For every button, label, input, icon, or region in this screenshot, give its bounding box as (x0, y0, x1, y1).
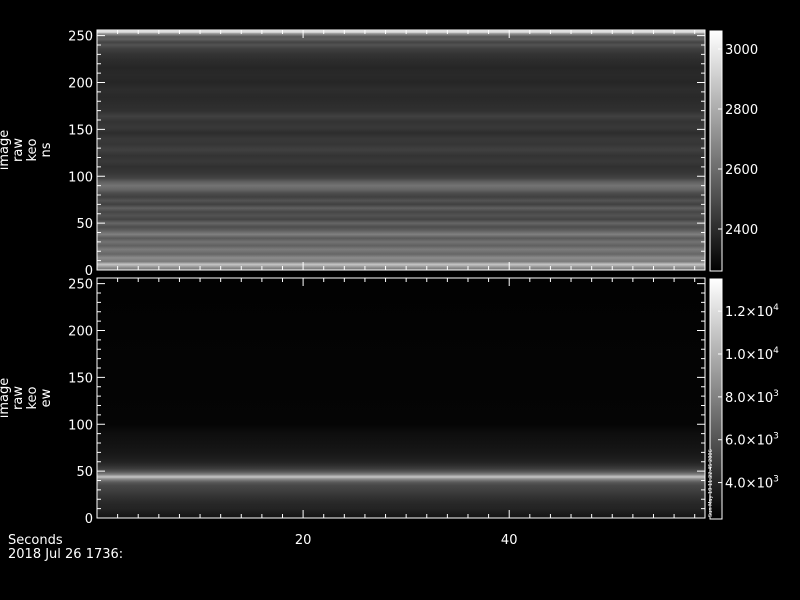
x-tick-label: 40 (501, 533, 518, 548)
ylabel-ns-line-3: keo (25, 138, 40, 161)
colorbar-ew-ticks: 4.0×103 6.0×103 8.0×103 1.0×104 1.2×104 (718, 303, 779, 492)
y-tick-label: 200 (68, 77, 93, 92)
y-tick-label: 100 (68, 418, 93, 433)
y-tick-label: 50 (76, 217, 93, 232)
colorbar-ns-ticks: 2400 2600 2800 3000 (718, 43, 758, 238)
colorbar-ew: 4.0×103 6.0×103 8.0×103 1.0×104 1.2×104 Sun … (708, 278, 779, 520)
ylabel-ns-line-4: ns (39, 142, 54, 157)
colorbar-tick-label: 2800 (725, 103, 758, 118)
ylabel-ew-line-3: keo (25, 386, 40, 409)
colorbar-tick-label: 3000 (725, 43, 758, 58)
footer-date: 2018 Jul 26 1736: (8, 547, 123, 562)
y-tick-label: 0 (85, 512, 93, 527)
colorbar-tick-label: 1.0×104 (725, 346, 779, 363)
creation-stamp: Sun May 19 11:22:45 2006 (708, 449, 714, 517)
panel-ns: 050100150200250 image raw keo ns (0, 29, 706, 279)
colorbar-tick-label: 8.0×103 (725, 389, 779, 406)
x-tick-label: 20 (295, 533, 312, 548)
ylabel-ns-line-2: raw (11, 138, 26, 162)
colorbar-tick-label: 4.0×103 (725, 475, 779, 492)
colorbar-ns-gradient (710, 31, 722, 271)
y-tick-label: 150 (68, 123, 93, 138)
y-tick-label: 50 (76, 465, 93, 480)
x-tick-labels: 20 40 (295, 533, 518, 548)
colorbar-tick-label: 2600 (725, 163, 758, 178)
heatmap-ns (97, 30, 705, 270)
y-tick-label: 100 (68, 170, 93, 185)
y-tick-label: 150 (68, 371, 93, 386)
colorbar-tick-label: 2400 (725, 223, 758, 238)
x-axis-label: Seconds (8, 533, 63, 548)
heatmap-ew (97, 278, 705, 518)
y-tick-label: 200 (68, 325, 93, 340)
keogram-figure: 050100150200250 image raw keo ns 2400260… (0, 29, 779, 562)
panel-ew: 050100150200250 image raw keo ew (0, 277, 706, 527)
ylabel-ew-line-2: raw (11, 386, 26, 410)
colorbar-tick-label: 6.0×103 (725, 432, 779, 449)
colorbar-ns: 2400 2600 2800 3000 (709, 30, 758, 272)
y-tick-label: 250 (68, 30, 93, 45)
y-tick-label: 250 (68, 278, 93, 293)
colorbar-tick-label: 1.2×104 (725, 303, 779, 320)
ylabel-ew-line-4: ew (39, 388, 54, 407)
